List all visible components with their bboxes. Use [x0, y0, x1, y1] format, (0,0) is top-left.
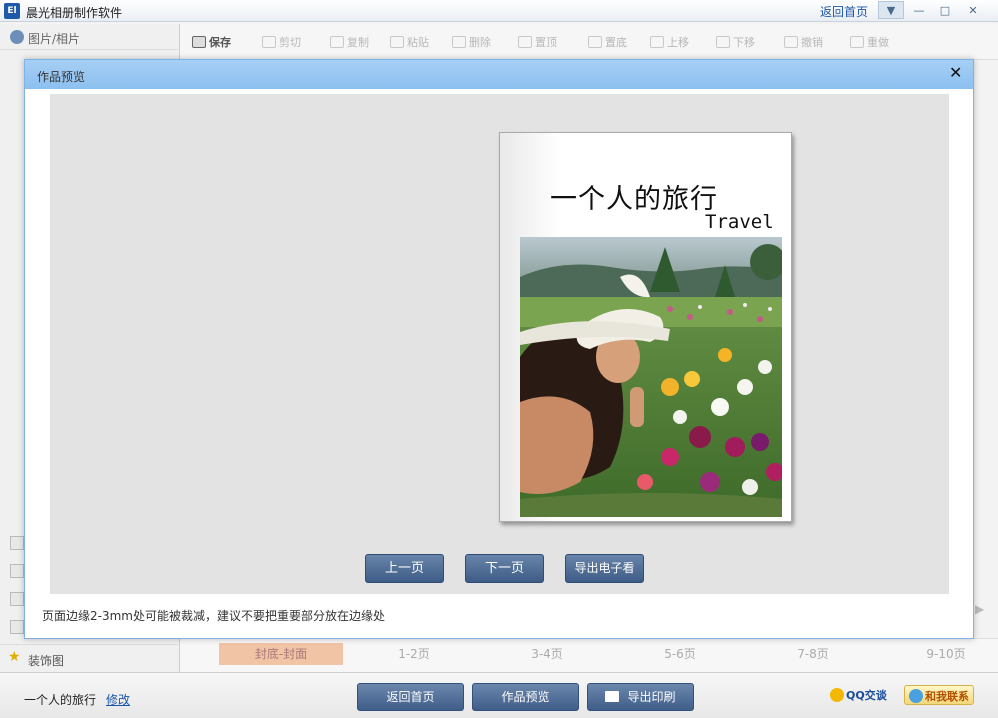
- toolbar-item-label: 置顶: [535, 36, 557, 49]
- next-page-button[interactable]: 下一页: [465, 554, 544, 583]
- print-export-button[interactable]: 导出印刷: [587, 683, 694, 711]
- send-back-icon: [588, 36, 602, 48]
- toolbar-item-delete[interactable]: 删除: [452, 34, 491, 50]
- redo-icon: [850, 36, 864, 48]
- toolbar-item-undo[interactable]: 撤销: [784, 34, 823, 50]
- undo-icon: [784, 36, 798, 48]
- toolbar-item-save[interactable]: 保存: [192, 34, 231, 50]
- page-tab[interactable]: 1-2页: [352, 643, 476, 665]
- decorations-tab[interactable]: ★ 装饰图: [0, 644, 178, 672]
- contact-us-button[interactable]: 和我联系: [904, 685, 974, 705]
- page-tabs-strip: 封底-封面 1-2页 3-4页 5-6页 7-8页 9-10页: [180, 638, 998, 672]
- dialog-header: 作品预览 ✕: [25, 60, 973, 89]
- home-button-label: 返回首页: [386, 690, 435, 704]
- edit-toolbar: 保存 剪切 复制 粘贴 删除 置顶 置底 上移 下移 撤销 重做: [180, 24, 998, 60]
- page-tab[interactable]: 3-4页: [485, 643, 609, 665]
- page-tab[interactable]: 7-8页: [751, 643, 875, 665]
- toolbar-item-label: 删除: [469, 36, 491, 49]
- toolbar-item-send-back[interactable]: 置底: [588, 34, 627, 50]
- printer-icon: [605, 691, 620, 702]
- photos-tab-label: 图片/相片: [28, 32, 81, 46]
- page-tab[interactable]: 9-10页: [884, 643, 998, 665]
- book-cover-page: 一个人的旅行 Travel: [499, 132, 792, 522]
- search-tool-icon[interactable]: [10, 592, 24, 606]
- book-title: 一个人的旅行: [550, 184, 718, 215]
- toolbar-item-cut[interactable]: 剪切: [262, 34, 301, 50]
- decorations-tab-label: 装饰图: [28, 654, 65, 668]
- paste-icon: [390, 36, 404, 48]
- minimize-icon[interactable]: —: [906, 1, 932, 19]
- title-bar: El 晨光相册制作软件 返回首页 ▼ — □ ✕: [0, 0, 998, 22]
- toolbar-item-redo[interactable]: 重做: [850, 34, 889, 50]
- qq-icon: [830, 688, 844, 702]
- toolbar-item-label: 置底: [605, 36, 627, 49]
- toolbar-item-label: 撤销: [801, 36, 823, 49]
- toolbar-item-label: 上移: [667, 36, 689, 49]
- cut-icon: [262, 36, 276, 48]
- previous-page-button[interactable]: 上一页: [365, 554, 444, 583]
- print-export-label: 导出印刷: [627, 690, 676, 704]
- app-title: 晨光相册制作软件: [26, 6, 123, 20]
- toolbar-item-paste[interactable]: 粘贴: [390, 34, 429, 50]
- move-up-icon: [650, 36, 664, 48]
- page-tab[interactable]: 封底-封面: [219, 643, 343, 665]
- home-button[interactable]: 返回首页: [357, 683, 464, 711]
- user-icon: [10, 30, 24, 44]
- bottom-bar: 一个人的旅行 修改 返回首页 作品预览 导出印刷 QQ交谈 和我联系: [0, 672, 998, 718]
- edit-project-link[interactable]: 修改: [106, 691, 130, 708]
- background-tool-icon[interactable]: [10, 620, 24, 634]
- qq-chat-label: QQ交谈: [846, 689, 887, 702]
- copy-icon: [330, 36, 344, 48]
- toolbar-item-label: 复制: [347, 36, 369, 49]
- photos-tab[interactable]: 图片/相片: [0, 24, 178, 50]
- project-name: 一个人的旅行: [24, 693, 97, 707]
- toolbar-item-bring-front[interactable]: 置顶: [518, 34, 557, 50]
- maximize-icon[interactable]: □: [932, 1, 958, 19]
- contact-us-label: 和我联系: [925, 690, 969, 703]
- toolbar-item-label: 保存: [209, 36, 231, 49]
- cover-photo-art: [520, 237, 782, 517]
- toolbar-item-move-down[interactable]: 下移: [716, 34, 755, 50]
- page-tab[interactable]: 5-6页: [618, 643, 742, 665]
- bring-front-icon: [518, 36, 532, 48]
- toolbar-item-copy[interactable]: 复制: [330, 34, 369, 50]
- text-tool-icon[interactable]: [10, 536, 24, 550]
- dialog-title: 作品预览: [37, 70, 86, 84]
- preview-button-label: 作品预览: [501, 690, 550, 704]
- menu-dropdown-icon[interactable]: ▼: [878, 1, 904, 19]
- qq-chat-button[interactable]: QQ交谈: [830, 687, 887, 705]
- toolbar-item-label: 剪切: [279, 36, 301, 49]
- preview-dialog: 作品预览 ✕ 一个人的旅行 Travel 上一页 下一页 导出电子看 页面边缘2…: [24, 59, 974, 639]
- trim-warning-note: 页面边缘2-3mm处可能被裁减，建议不要把重要部分放在边缘处: [42, 609, 385, 623]
- frame-tool-icon[interactable]: [10, 564, 24, 578]
- close-window-icon[interactable]: ✕: [960, 1, 986, 19]
- return-home-link[interactable]: 返回首页: [820, 3, 868, 20]
- toolbar-item-label: 粘贴: [407, 36, 429, 49]
- cover-photo: [520, 237, 782, 517]
- app-logo-icon: El: [4, 3, 20, 19]
- toolbar-item-label: 下移: [733, 36, 755, 49]
- toolbar-item-move-up[interactable]: 上移: [650, 34, 689, 50]
- preview-area: 一个人的旅行 Travel 上一页 下一页 导出电子看: [50, 94, 949, 594]
- delete-icon: [452, 36, 466, 48]
- book-subtitle: Travel: [705, 211, 774, 233]
- scroll-right-icon[interactable]: ▶: [975, 602, 984, 616]
- move-down-icon: [716, 36, 730, 48]
- toolbar-item-label: 重做: [867, 36, 889, 49]
- dialog-close-icon[interactable]: ✕: [949, 63, 962, 82]
- contact-icon: [909, 689, 923, 703]
- save-icon: [192, 36, 206, 48]
- preview-button[interactable]: 作品预览: [472, 683, 579, 711]
- star-icon: ★: [8, 649, 21, 665]
- export-ebook-button[interactable]: 导出电子看: [565, 554, 644, 583]
